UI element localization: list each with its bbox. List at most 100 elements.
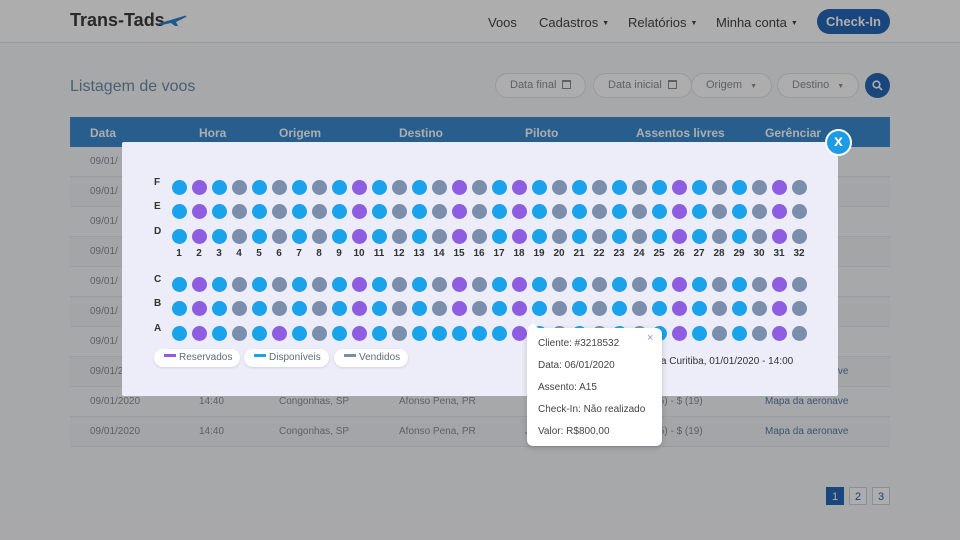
seat-a27[interactable] [691, 325, 707, 341]
seat-e25[interactable] [651, 203, 667, 219]
seat-d17[interactable] [491, 228, 507, 244]
seat-c29[interactable] [731, 276, 747, 292]
seat-c4[interactable] [231, 276, 247, 292]
seat-c10[interactable] [351, 276, 367, 292]
seat-d7[interactable] [291, 228, 307, 244]
seat-b12[interactable] [391, 300, 407, 316]
seat-e7[interactable] [291, 203, 307, 219]
seat-c31[interactable] [771, 276, 787, 292]
seat-f18[interactable] [511, 179, 527, 195]
seat-e12[interactable] [391, 203, 407, 219]
seat-a8[interactable] [311, 325, 327, 341]
seat-c1[interactable] [171, 276, 187, 292]
seat-a15[interactable] [451, 325, 467, 341]
seat-a31[interactable] [771, 325, 787, 341]
seat-d9[interactable] [331, 228, 347, 244]
seat-d24[interactable] [631, 228, 647, 244]
seat-f7[interactable] [291, 179, 307, 195]
seat-c8[interactable] [311, 276, 327, 292]
seat-f6[interactable] [271, 179, 287, 195]
seat-b32[interactable] [791, 300, 807, 316]
seat-c26[interactable] [671, 276, 687, 292]
seat-c27[interactable] [691, 276, 707, 292]
seat-d16[interactable] [471, 228, 487, 244]
seat-e31[interactable] [771, 203, 787, 219]
seat-e24[interactable] [631, 203, 647, 219]
seat-e10[interactable] [351, 203, 367, 219]
seat-a28[interactable] [711, 325, 727, 341]
seat-d27[interactable] [691, 228, 707, 244]
seat-f19[interactable] [531, 179, 547, 195]
seat-d25[interactable] [651, 228, 667, 244]
seat-f12[interactable] [391, 179, 407, 195]
seat-d3[interactable] [211, 228, 227, 244]
seat-e3[interactable] [211, 203, 227, 219]
seat-b31[interactable] [771, 300, 787, 316]
seat-b9[interactable] [331, 300, 347, 316]
seat-c20[interactable] [551, 276, 567, 292]
seat-f8[interactable] [311, 179, 327, 195]
seat-c21[interactable] [571, 276, 587, 292]
seat-b18[interactable] [511, 300, 527, 316]
seat-f27[interactable] [691, 179, 707, 195]
seat-e8[interactable] [311, 203, 327, 219]
seat-a4[interactable] [231, 325, 247, 341]
seat-f9[interactable] [331, 179, 347, 195]
seat-b15[interactable] [451, 300, 467, 316]
seat-f3[interactable] [211, 179, 227, 195]
seat-f17[interactable] [491, 179, 507, 195]
seat-c16[interactable] [471, 276, 487, 292]
seat-a18[interactable] [511, 325, 527, 341]
seat-e32[interactable] [791, 203, 807, 219]
seat-b1[interactable] [171, 300, 187, 316]
seat-b5[interactable] [251, 300, 267, 316]
seat-a11[interactable] [371, 325, 387, 341]
seat-d2[interactable] [191, 228, 207, 244]
seat-b20[interactable] [551, 300, 567, 316]
seat-f30[interactable] [751, 179, 767, 195]
seat-b7[interactable] [291, 300, 307, 316]
seat-d10[interactable] [351, 228, 367, 244]
seat-f11[interactable] [371, 179, 387, 195]
seat-a16[interactable] [471, 325, 487, 341]
seat-d19[interactable] [531, 228, 547, 244]
seat-e17[interactable] [491, 203, 507, 219]
seat-e23[interactable] [611, 203, 627, 219]
seat-c9[interactable] [331, 276, 347, 292]
seat-f15[interactable] [451, 179, 467, 195]
seat-a9[interactable] [331, 325, 347, 341]
seat-c11[interactable] [371, 276, 387, 292]
seat-a3[interactable] [211, 325, 227, 341]
seat-f24[interactable] [631, 179, 647, 195]
seat-b10[interactable] [351, 300, 367, 316]
seat-e16[interactable] [471, 203, 487, 219]
seat-d12[interactable] [391, 228, 407, 244]
seat-e18[interactable] [511, 203, 527, 219]
seat-d26[interactable] [671, 228, 687, 244]
seat-d32[interactable] [791, 228, 807, 244]
seat-a13[interactable] [411, 325, 427, 341]
seat-d31[interactable] [771, 228, 787, 244]
seat-d8[interactable] [311, 228, 327, 244]
seat-c19[interactable] [531, 276, 547, 292]
seat-e27[interactable] [691, 203, 707, 219]
seat-b16[interactable] [471, 300, 487, 316]
seat-e9[interactable] [331, 203, 347, 219]
seat-c25[interactable] [651, 276, 667, 292]
seat-e30[interactable] [751, 203, 767, 219]
seat-b11[interactable] [371, 300, 387, 316]
seat-f23[interactable] [611, 179, 627, 195]
seat-c5[interactable] [251, 276, 267, 292]
seat-e20[interactable] [551, 203, 567, 219]
seat-b22[interactable] [591, 300, 607, 316]
legend-disponiveis[interactable]: Disponíveis [244, 349, 329, 367]
seat-a10[interactable] [351, 325, 367, 341]
seat-a7[interactable] [291, 325, 307, 341]
legend-vendidos[interactable]: Vendidos [334, 349, 409, 367]
seat-a32[interactable] [791, 325, 807, 341]
seat-e1[interactable] [171, 203, 187, 219]
seat-e15[interactable] [451, 203, 467, 219]
seat-f13[interactable] [411, 179, 427, 195]
seat-f28[interactable] [711, 179, 727, 195]
seat-c17[interactable] [491, 276, 507, 292]
